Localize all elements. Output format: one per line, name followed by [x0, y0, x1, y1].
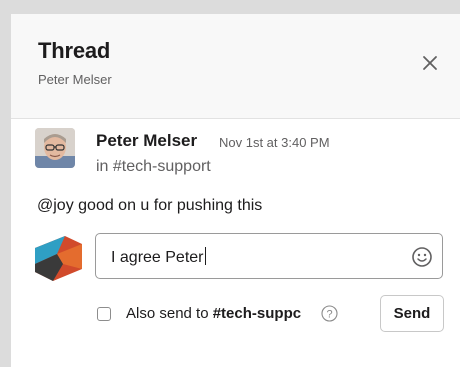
thread-header: Thread Peter Melser — [11, 14, 460, 119]
reply-avatar — [35, 234, 82, 281]
message-timestamp[interactable]: Nov 1st at 3:40 PM — [219, 135, 330, 150]
also-send-checkbox[interactable] — [97, 307, 111, 321]
emoji-icon[interactable] — [411, 246, 433, 268]
also-send-label[interactable]: Also send to #tech-suppc — [126, 305, 326, 322]
message-text: @joy good on u for pushing this — [37, 197, 263, 214]
reply-input[interactable]: I agree Peter — [95, 233, 443, 279]
send-button[interactable]: Send — [380, 295, 444, 332]
help-icon[interactable]: ? — [321, 305, 338, 322]
message-channel[interactable]: in #tech-support — [96, 158, 211, 176]
svg-text:?: ? — [326, 309, 332, 321]
message-author[interactable]: Peter Melser — [96, 131, 197, 151]
close-icon[interactable] — [419, 52, 441, 74]
reply-input-text[interactable]: I agree Peter — [111, 247, 206, 267]
thread-title: Thread — [38, 38, 111, 63]
thread-panel: Thread Peter Melser Peter Melser Nov 1st… — [11, 14, 460, 367]
thread-subtitle: Peter Melser — [38, 72, 112, 87]
user-avatar[interactable] — [35, 128, 75, 168]
